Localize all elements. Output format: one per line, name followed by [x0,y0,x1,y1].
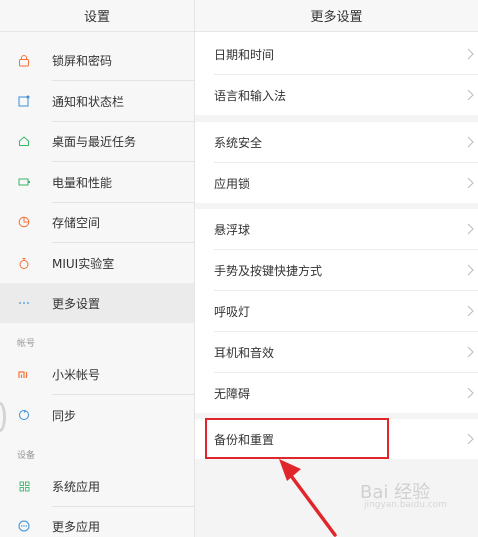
more-apps-icon [17,519,31,533]
chevron-right-icon [467,223,474,235]
setting-label: 系统安全 [214,135,263,150]
sidebar-item-more-settings[interactable]: 更多设置 [0,283,194,323]
red-arrow-icon [279,459,337,537]
sidebar-item-desktop[interactable]: 桌面与最近任务 [0,121,194,161]
setting-label: 应用锁 [214,176,251,191]
setting-breathing-light[interactable]: 呼吸灯 [195,291,478,331]
sidebar-item-label: 存储空间 [52,215,101,230]
setting-label: 呼吸灯 [214,304,251,319]
settings-sidebar: 设置 锁屏和密码 通知和状态栏 桌面与最近任务 电量和性能 存储空间 MIUI实… [0,0,194,537]
chevron-right-icon [467,89,474,101]
sidebar-item-label: 系统应用 [52,479,101,494]
sidebar-item-sync[interactable]: 同步 [0,395,194,435]
more-dots-icon [17,296,31,310]
battery-icon [17,175,31,189]
storage-icon [17,215,31,229]
setting-label: 语言和输入法 [214,88,287,103]
home-icon [17,134,31,148]
mi-logo-icon [17,367,31,381]
sidebar-item-mi-account[interactable]: 小米帐号 [0,354,194,394]
sidebar-item-lock-screen[interactable]: 锁屏和密码 [0,40,194,80]
grid-icon [17,479,31,493]
sidebar-item-storage[interactable]: 存储空间 [0,202,194,242]
setting-floating-ball[interactable]: 悬浮球 [195,209,478,249]
chevron-right-icon [467,177,474,189]
sidebar-item-notifications[interactable]: 通知和状态栏 [0,81,194,121]
sidebar-item-battery[interactable]: 电量和性能 [0,162,194,202]
section-header-device: 设备 [17,451,36,461]
sidebar-item-more-apps[interactable]: 更多应用 [0,506,194,537]
lock-icon [17,53,31,67]
setting-label: 手势及按键快捷方式 [214,263,323,278]
sidebar-item-label: MIUI实验室 [52,256,115,271]
sidebar-item-label: 更多应用 [52,519,101,534]
sidebar-item-miui-lab[interactable]: MIUI实验室 [0,243,194,283]
group-gap [195,115,478,122]
setting-label: 悬浮球 [214,222,251,237]
sidebar-item-label: 通知和状态栏 [52,94,125,109]
setting-language-input[interactable]: 语言和输入法 [195,75,478,115]
chevron-right-icon [467,48,474,60]
chevron-right-icon [467,346,474,358]
setting-system-security[interactable]: 系统安全 [195,122,478,162]
section-header-account: 帐号 [17,339,36,349]
chevron-right-icon [467,433,474,445]
sidebar-item-label: 同步 [52,408,77,423]
sidebar-item-system-apps[interactable]: 系统应用 [0,466,194,506]
setting-headphones-audio[interactable]: 耳机和音效 [195,332,478,372]
chevron-right-icon [467,305,474,317]
sidebar-item-label: 小米帐号 [52,367,101,382]
watermark-url: jingyan.baidu.com [364,500,448,510]
sidebar-item-label: 更多设置 [52,296,101,311]
highlight-box [205,418,389,459]
setting-accessibility[interactable]: 无障碍 [195,373,478,413]
sidebar-title: 设置 [0,0,194,32]
setting-label: 耳机和音效 [214,345,275,360]
setting-label: 日期和时间 [214,47,275,62]
chevron-right-icon [467,136,474,148]
setting-date-time[interactable]: 日期和时间 [195,34,478,74]
lab-flask-icon [17,256,31,270]
sync-icon [17,408,31,422]
sidebar-item-label: 锁屏和密码 [52,53,113,68]
setting-gesture-shortcuts[interactable]: 手势及按键快捷方式 [195,250,478,290]
panel-title: 更多设置 [195,0,478,32]
chevron-right-icon [467,264,474,276]
setting-app-lock[interactable]: 应用锁 [195,163,478,203]
notification-icon [17,94,31,108]
chevron-right-icon [467,387,474,399]
setting-label: 无障碍 [214,386,251,401]
sidebar-item-label: 桌面与最近任务 [52,134,137,149]
sidebar-item-label: 电量和性能 [52,175,113,190]
